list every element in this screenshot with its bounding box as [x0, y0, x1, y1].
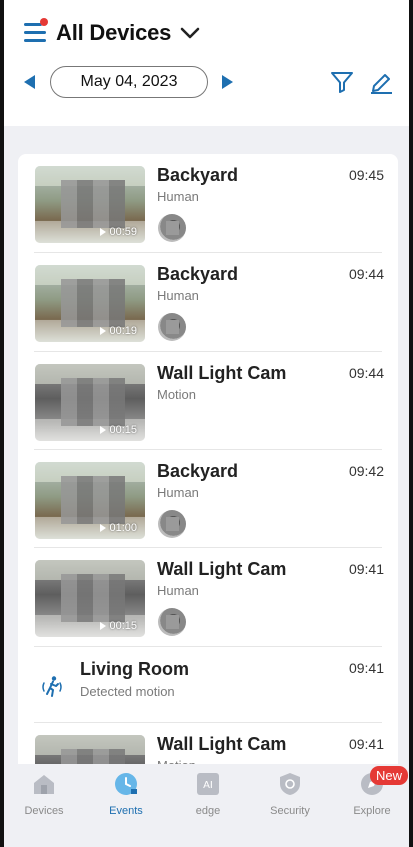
event-time: 09:45	[348, 167, 384, 183]
privacy-blur	[61, 574, 125, 622]
tab-edge[interactable]: AI edge	[168, 770, 248, 824]
menu-icon-bar	[24, 31, 46, 34]
event-list: 00:59 Backyard Human 09:45 00:19 Backyar…	[18, 154, 398, 764]
bottom-tab-bar: Devices Events AI edge Security Explore …	[4, 764, 409, 847]
face-avatar[interactable]	[158, 313, 186, 341]
event-type: Human	[157, 485, 199, 500]
page-title: All Devices	[56, 20, 172, 45]
video-duration: 00:59	[100, 226, 137, 238]
video-thumbnail[interactable]: 00:15	[35, 560, 145, 637]
date-navigation: May 04, 2023	[4, 66, 409, 100]
event-item[interactable]: Wall Light Cam Motion 09:41	[18, 723, 398, 764]
event-time: 09:44	[348, 365, 384, 381]
svg-text:AI: AI	[203, 780, 213, 791]
event-type: Human	[157, 189, 199, 204]
top-header: All Devices May 04, 2023	[4, 0, 409, 126]
event-time: 09:44	[348, 266, 384, 282]
event-device-name: Wall Light Cam	[157, 363, 287, 383]
event-type: Human	[157, 288, 199, 303]
event-device-name: Living Room	[80, 659, 189, 679]
face-avatar[interactable]	[158, 510, 186, 538]
duration-label: 00:59	[109, 226, 137, 238]
edit-icon[interactable]	[368, 70, 394, 94]
notification-dot	[40, 18, 48, 26]
video-thumbnail[interactable]: 00:15	[35, 364, 145, 441]
tab-label: Explore	[353, 805, 391, 817]
face-blur	[166, 320, 179, 334]
tab-label: Events	[109, 805, 143, 817]
event-device-name: Backyard	[157, 165, 239, 185]
face-avatar[interactable]	[158, 214, 186, 242]
event-device-name: Backyard	[157, 461, 239, 481]
date-label: May 04, 2023	[80, 73, 178, 90]
previous-day-button[interactable]	[24, 75, 35, 89]
play-icon	[100, 426, 107, 434]
video-duration: 00:15	[100, 424, 137, 436]
event-device-name: Backyard	[157, 264, 239, 284]
house-icon	[34, 775, 54, 794]
event-time: 09:41	[348, 660, 384, 676]
video-thumbnail[interactable]: 01:00	[35, 462, 145, 539]
event-item[interactable]: 00:19 Backyard Human 09:44	[18, 253, 398, 352]
duration-label: 00:19	[109, 325, 137, 337]
next-day-button[interactable]	[222, 75, 233, 89]
duration-label: 01:00	[109, 522, 137, 534]
face-blur	[166, 517, 179, 531]
event-time: 09:42	[348, 463, 384, 479]
event-item[interactable]: 00:15 Wall Light Cam Motion 09:44	[18, 352, 398, 450]
event-item[interactable]: 00:15 Wall Light Cam Human 09:41	[18, 548, 398, 647]
duration-label: 00:15	[109, 424, 137, 436]
video-duration: 00:19	[100, 325, 137, 337]
tab-devices[interactable]: Devices	[4, 770, 84, 824]
tab-security[interactable]: Security	[250, 770, 330, 824]
new-badge: New	[370, 766, 409, 785]
event-device-name: Wall Light Cam	[157, 734, 287, 754]
menu-button[interactable]	[22, 18, 50, 46]
tab-label: Security	[270, 805, 310, 817]
event-time: 09:41	[348, 561, 384, 577]
device-selector[interactable]: All Devices	[56, 18, 201, 48]
privacy-blur	[61, 279, 125, 327]
event-type: Motion	[157, 387, 197, 402]
event-type: Detected motion	[80, 684, 175, 699]
shield-icon	[280, 773, 300, 795]
screen-edge-right	[409, 0, 413, 847]
face-blur	[166, 615, 179, 629]
privacy-blur	[61, 180, 125, 228]
screen-edge-left	[0, 0, 4, 847]
face-avatar[interactable]	[158, 608, 186, 636]
privacy-blur	[61, 749, 125, 764]
face-blur	[166, 221, 179, 235]
event-type: Human	[157, 583, 199, 598]
motion-icon	[42, 676, 62, 697]
tab-events[interactable]: Events	[86, 770, 166, 824]
tab-label: Devices	[24, 805, 64, 817]
video-thumbnail[interactable]: 00:19	[35, 265, 145, 342]
tab-label: edge	[195, 805, 221, 817]
privacy-blur	[61, 476, 125, 524]
ai-chip-icon: AI	[197, 773, 219, 795]
filter-icon[interactable]	[330, 70, 354, 94]
video-duration: 01:00	[100, 522, 137, 534]
play-icon	[100, 622, 107, 630]
duration-label: 00:15	[109, 620, 137, 632]
menu-icon-bar	[24, 39, 46, 42]
event-item[interactable]: 00:59 Backyard Human 09:45	[18, 154, 398, 253]
date-picker[interactable]: May 04, 2023	[50, 66, 208, 98]
event-time: 09:41	[348, 736, 384, 752]
play-icon	[100, 327, 107, 335]
event-item[interactable]: Living Room Detected motion 09:41	[18, 647, 398, 723]
play-icon	[100, 228, 107, 236]
video-thumbnail[interactable]	[35, 735, 145, 764]
play-icon	[100, 524, 107, 532]
privacy-blur	[61, 378, 125, 426]
chevron-down-icon	[180, 27, 200, 39]
clock-icon	[115, 773, 137, 795]
video-thumbnail[interactable]: 00:59	[35, 166, 145, 243]
event-device-name: Wall Light Cam	[157, 559, 287, 579]
video-duration: 00:15	[100, 620, 137, 632]
event-item[interactable]: 01:00 Backyard Human 09:42	[18, 450, 398, 548]
